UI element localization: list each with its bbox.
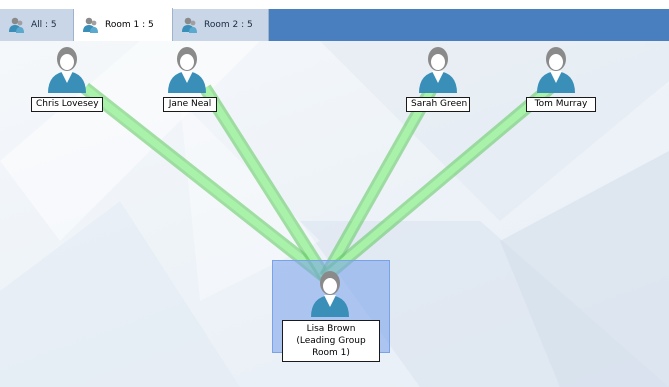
tab-all-label: All : 5 <box>31 20 57 30</box>
tab-room-2-label: Room 2 : 5 <box>204 20 253 30</box>
room-viewer: All : 5 Room 1 : 5 Room 2 : 5 Chris Love… <box>0 0 669 387</box>
user-avatar-icon[interactable] <box>42 43 92 93</box>
member-name-label: Tom Murray <box>526 97 596 112</box>
member-name-label: Sarah Green <box>406 97 470 112</box>
user-group-icon <box>9 17 24 33</box>
tab-room-1-label: Room 1 : 5 <box>105 19 154 30</box>
user-group-icon <box>83 17 98 33</box>
user-avatar-icon[interactable] <box>162 43 212 93</box>
user-group-icon <box>182 17 197 33</box>
member-name-label: Jane Neal <box>163 97 217 112</box>
member-name-label: Chris Lovesey <box>31 97 103 112</box>
tab-room-1[interactable]: Room 1 : 5 <box>74 8 173 41</box>
user-avatar-icon[interactable] <box>531 43 581 93</box>
leader-avatar-icon[interactable] <box>305 267 355 317</box>
user-avatar-icon[interactable] <box>413 43 463 93</box>
leader-name-label: Lisa Brown (Leading Group Room 1) <box>282 320 380 362</box>
tab-all[interactable]: All : 5 <box>0 9 74 41</box>
diagram-canvas[interactable]: Chris Lovesey Jane Neal Sarah Green Tom … <box>0 41 669 387</box>
tab-room-2[interactable]: Room 2 : 5 <box>173 9 269 41</box>
tab-bar: All : 5 Room 1 : 5 Room 2 : 5 <box>0 0 669 41</box>
